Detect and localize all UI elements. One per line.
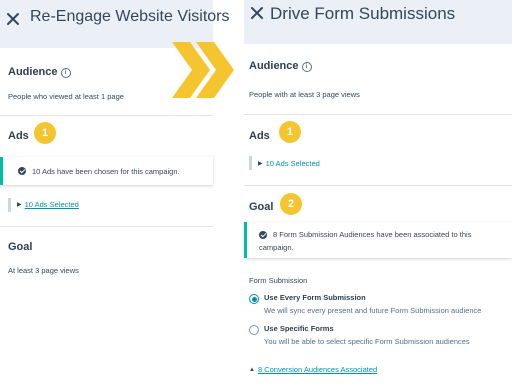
option-title[interactable]: Use Specific Forms (264, 324, 334, 333)
form-submission-label: Form Submission (249, 276, 308, 285)
alert-text: 8 Form Submission Audiences have been as… (273, 230, 472, 239)
option-desc: We will sync every present and future Fo… (264, 306, 482, 315)
caret-right-icon: ▶ (258, 161, 263, 167)
collapsed-bar (8, 198, 11, 212)
step-badge: 2 (280, 193, 302, 215)
info-icon[interactable]: i (60, 68, 71, 78)
step-badge: 1 (279, 121, 301, 143)
goal-alert: 8 Form Submission Audiences have been as… (244, 222, 512, 258)
caret-right-icon: ▶ (17, 202, 22, 208)
caret-up-icon: ▲ (249, 367, 255, 373)
divider (244, 114, 512, 115)
divider (0, 226, 213, 227)
right-panel: Drive Form Submissions Audience i People … (244, 0, 512, 387)
step-badge: 1 (34, 122, 56, 144)
alert-text: 10 Ads have been chosen for this campaig… (32, 167, 180, 176)
page-title: Drive Form Submissions (270, 4, 456, 23)
audience-text: People who viewed at least 1 page (8, 92, 124, 101)
collapsed-bar (249, 156, 252, 170)
right-header: Drive Form Submissions (244, 0, 512, 44)
divider (244, 185, 512, 186)
radio-specific-forms[interactable] (249, 325, 259, 335)
close-icon[interactable] (250, 6, 264, 20)
conversion-audiences-link[interactable]: ▲ 8 Conversion Audiences Associated (249, 365, 377, 374)
goal-heading: Goal (249, 201, 274, 213)
chevron-arrows-icon (172, 42, 234, 98)
audience-heading: Audience i (249, 60, 312, 72)
page-title: Re-Engage Website Visitors (30, 8, 230, 25)
ads-selected-link[interactable]: ▶ 10 Ads Selected (258, 159, 320, 168)
goal-text: At least 3 page views (8, 266, 79, 275)
goal-heading: Goal (8, 241, 33, 253)
close-icon[interactable] (6, 12, 20, 26)
audience-text: People with at least 3 page views (249, 90, 360, 99)
check-circle-icon (18, 167, 26, 175)
divider (0, 115, 213, 116)
ads-heading: Ads (8, 130, 29, 142)
alert-text: campaign. (259, 243, 294, 252)
check-circle-icon (259, 231, 267, 239)
radio-every-form[interactable] (249, 294, 259, 304)
ads-heading: Ads (249, 130, 270, 142)
option-desc: You will be able to select specific Form… (264, 337, 470, 346)
info-icon[interactable]: i (301, 62, 312, 72)
audience-heading: Audience i (8, 66, 71, 78)
option-title[interactable]: Use Every Form Submission (264, 293, 366, 302)
ads-alert: 10 Ads have been chosen for this campaig… (0, 157, 213, 185)
ads-selected-link[interactable]: ▶ 10 Ads Selected (17, 200, 79, 209)
